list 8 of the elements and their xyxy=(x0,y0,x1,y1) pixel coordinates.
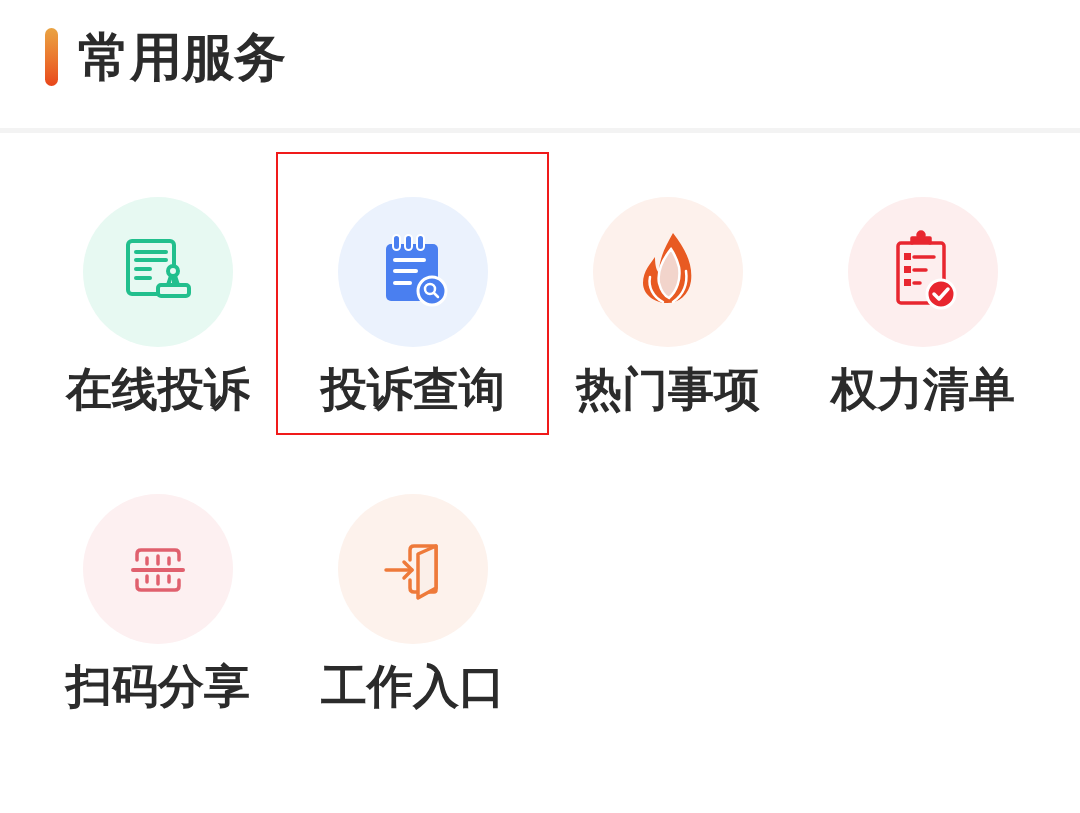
flame-icon xyxy=(592,197,743,347)
document-stamp-icon xyxy=(82,197,233,347)
scan-frame-icon xyxy=(82,494,233,644)
section-title: 常用服务 xyxy=(78,27,286,87)
service-item[interactable]: 投诉查询 xyxy=(276,152,549,435)
notepad-search-icon xyxy=(337,197,488,347)
accent-bar-icon xyxy=(45,28,58,86)
clipboard-check-icon xyxy=(847,197,998,347)
